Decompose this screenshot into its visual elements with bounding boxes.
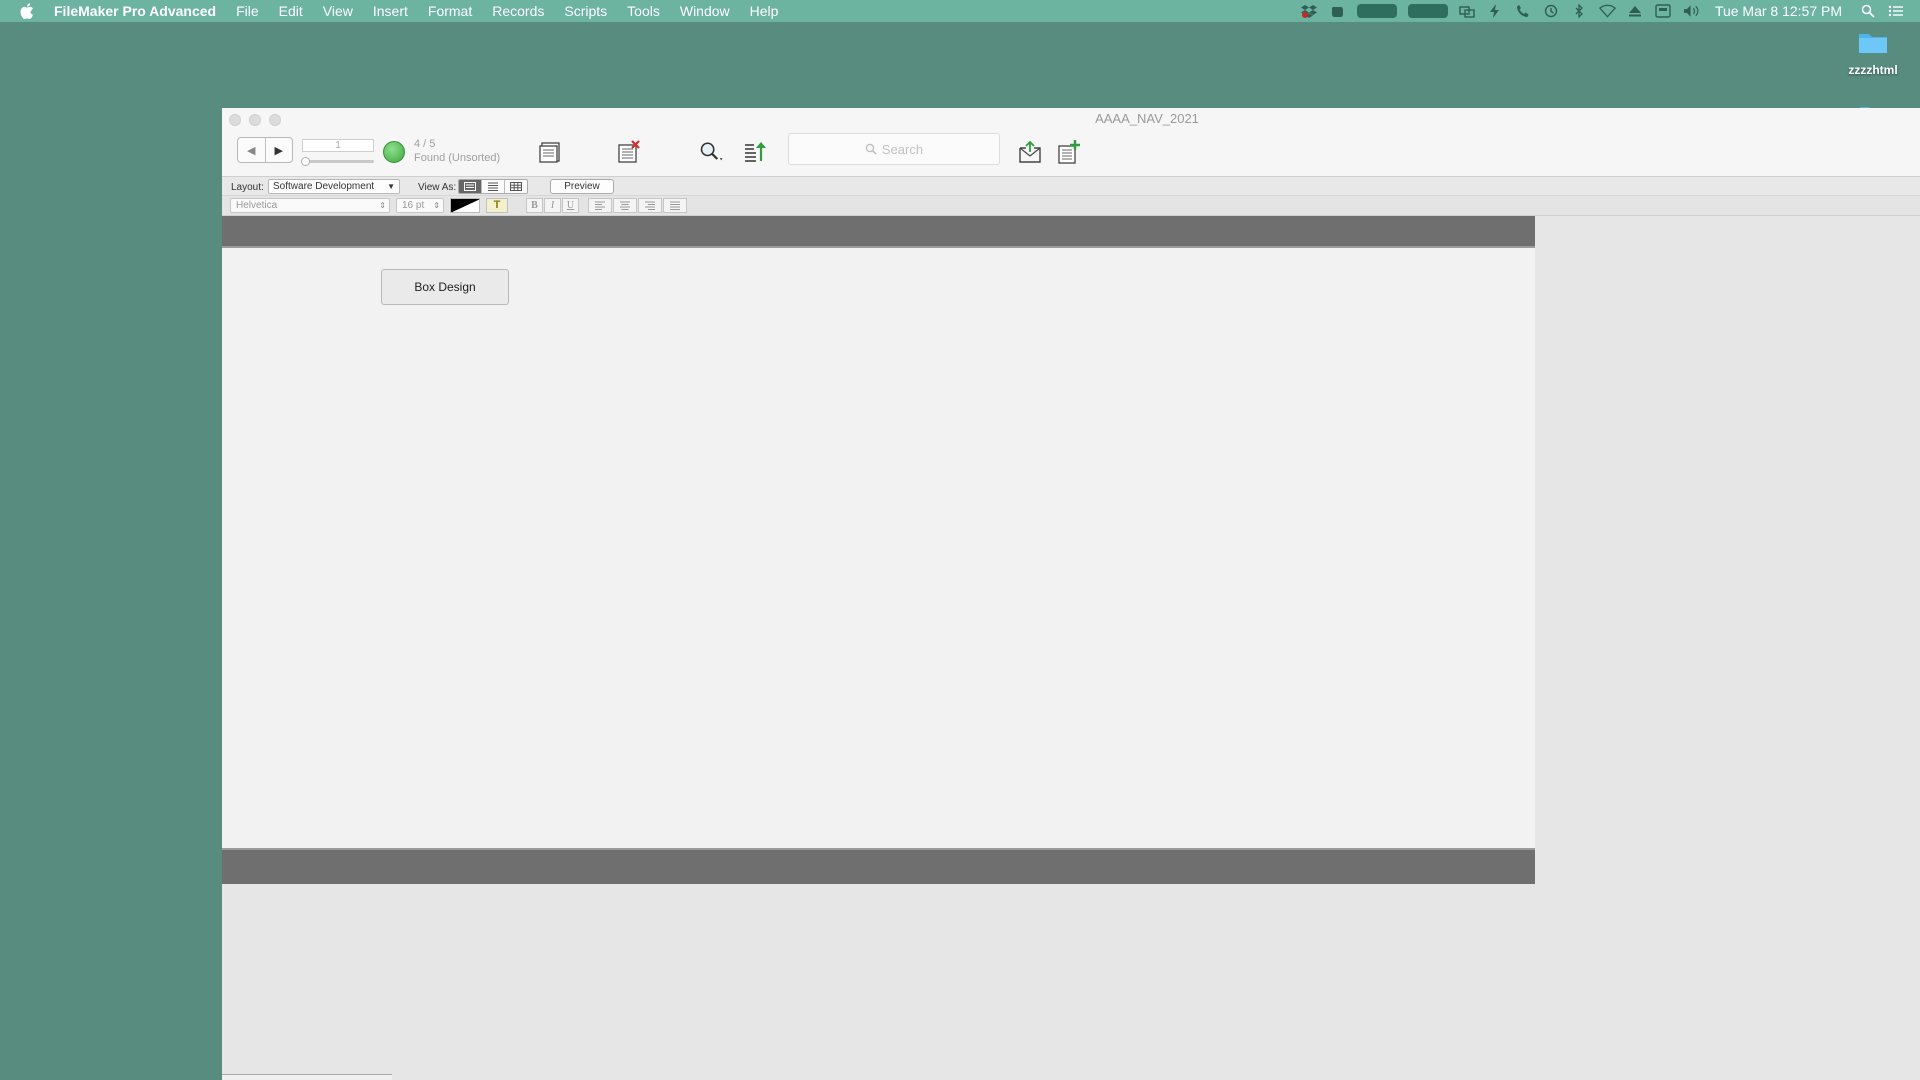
align-left-button[interactable] (588, 198, 612, 213)
view-as-switch (458, 179, 528, 194)
list-view-button[interactable] (481, 180, 504, 193)
menu-window[interactable]: Window (670, 3, 740, 19)
body-part: Box Design (222, 250, 1535, 846)
current-record-field[interactable]: 1 (302, 139, 374, 152)
underline-button[interactable]: U (562, 198, 579, 213)
lightning-icon[interactable] (1487, 4, 1504, 18)
justify-icon (670, 201, 680, 210)
time-machine-icon[interactable] (1543, 4, 1560, 18)
found-set-pie-icon[interactable] (383, 141, 405, 163)
battery-indicator[interactable] (1407, 4, 1448, 18)
italic-button[interactable]: I (544, 198, 561, 213)
input-menu-icon[interactable] (1655, 4, 1672, 18)
align-right-icon (645, 201, 655, 210)
search-placeholder: Search (881, 141, 924, 157)
text-color-swatch[interactable] (450, 198, 480, 213)
eject-icon[interactable] (1627, 4, 1644, 18)
window-title: AAAA_NAV_2021 (1095, 111, 1199, 126)
table-view-button[interactable] (504, 180, 527, 193)
stepper-arrows-icon: ⇕ (379, 201, 386, 210)
search-icon (865, 143, 877, 155)
menu-bar: FileMaker Pro Advanced File Edit View In… (0, 0, 1920, 22)
dropbox-icon[interactable] (1301, 4, 1318, 18)
form-view-button[interactable] (459, 180, 481, 193)
menu-tools[interactable]: Tools (617, 3, 670, 19)
volume-icon[interactable] (1683, 4, 1700, 18)
spotlight-icon[interactable] (1859, 4, 1876, 18)
record-navigation: ◀ ▶ (237, 137, 293, 163)
align-center-icon (620, 201, 630, 210)
table-view-icon (510, 182, 522, 191)
layout-dropdown[interactable]: Software Development ▼ (268, 179, 400, 194)
header-part (222, 216, 1535, 248)
status-bar (222, 1074, 392, 1080)
stepper-arrows-icon: ⇕ (433, 201, 440, 210)
menu-format[interactable]: Format (418, 3, 482, 19)
previous-record-button[interactable]: ◀ (238, 138, 265, 162)
desktop-folder[interactable]: zzzzhtml (1838, 30, 1908, 77)
font-size-value: 16 pt (402, 200, 425, 211)
share-icon[interactable] (1016, 138, 1044, 166)
delete-record-icon[interactable] (615, 138, 643, 166)
font-family-dropdown[interactable]: Helvetica ⇕ (230, 198, 390, 213)
chevron-down-icon: ▼ (387, 182, 395, 191)
desktop-folder-label: zzzzhtml (1848, 63, 1898, 77)
record-slider-knob[interactable] (301, 157, 310, 166)
menu-insert[interactable]: Insert (363, 3, 418, 19)
menu-edit[interactable]: Edit (269, 3, 313, 19)
layout-empty-area (1535, 216, 1920, 1080)
new-record-icon[interactable] (536, 138, 564, 166)
footer-part (222, 848, 1535, 884)
battery-indicator[interactable] (1356, 4, 1397, 18)
menu-help[interactable]: Help (740, 3, 789, 19)
justify-button[interactable] (663, 198, 687, 213)
layout-content: Box Design (222, 216, 1535, 884)
menu-file[interactable]: File (226, 3, 269, 19)
filemaker-window: AAAA_NAV_2021 ◀ ▶ 1 4 / 5 Found (Unsorte… (222, 108, 1920, 1080)
align-right-button[interactable] (638, 198, 662, 213)
wifi-icon[interactable] (1598, 4, 1616, 18)
notification-center-icon[interactable] (1887, 4, 1904, 18)
bold-button[interactable]: B (526, 198, 543, 213)
sort-icon[interactable] (741, 138, 769, 166)
menu-view[interactable]: View (313, 3, 363, 19)
window-toolbar: AAAA_NAV_2021 ◀ ▶ 1 4 / 5 Found (Unsorte… (222, 108, 1920, 176)
found-count: 4 / 5 (414, 138, 436, 150)
found-status: Found (Unsorted) (414, 152, 501, 164)
preview-button[interactable]: Preview (550, 179, 614, 194)
layout-label: Layout: (231, 182, 264, 193)
folder-icon[interactable] (1860, 100, 1886, 113)
app-name-menu[interactable]: FileMaker Pro Advanced (54, 3, 226, 19)
highlight-color-button[interactable]: T (486, 198, 508, 213)
view-as-label: View As: (418, 182, 457, 193)
font-size-dropdown[interactable]: 16 pt ⇕ (396, 198, 444, 213)
folder-icon (1859, 34, 1887, 53)
align-left-icon (595, 201, 605, 210)
find-icon[interactable] (698, 138, 726, 166)
box-design-button[interactable]: Box Design (381, 269, 509, 305)
layout-bar: Layout: Software Development ▼ View As: … (222, 176, 1920, 196)
menu-records[interactable]: Records (482, 3, 554, 19)
bluetooth-icon[interactable] (1571, 4, 1588, 18)
form-view-icon (464, 182, 476, 191)
layout-dropdown-value: Software Development (273, 181, 375, 192)
record-slider[interactable] (301, 157, 374, 166)
align-center-button[interactable] (613, 198, 637, 213)
list-view-icon (488, 182, 498, 191)
menu-scripts[interactable]: Scripts (554, 3, 617, 19)
font-family-value: Helvetica (236, 200, 278, 211)
phone-icon[interactable] (1515, 4, 1532, 18)
formatting-bar: Helvetica ⇕ 16 pt ⇕ T B I U (222, 196, 1920, 216)
new-layout-icon[interactable] (1055, 138, 1083, 166)
menubar-clock[interactable]: Tue Mar 8 12:57 PM (1715, 3, 1842, 19)
next-record-button[interactable]: ▶ (264, 138, 293, 162)
screens-icon[interactable] (1459, 4, 1476, 18)
quick-find-search[interactable]: Search (788, 133, 1000, 165)
apple-menu-icon[interactable] (0, 3, 54, 19)
evernote-icon[interactable] (1329, 4, 1346, 18)
